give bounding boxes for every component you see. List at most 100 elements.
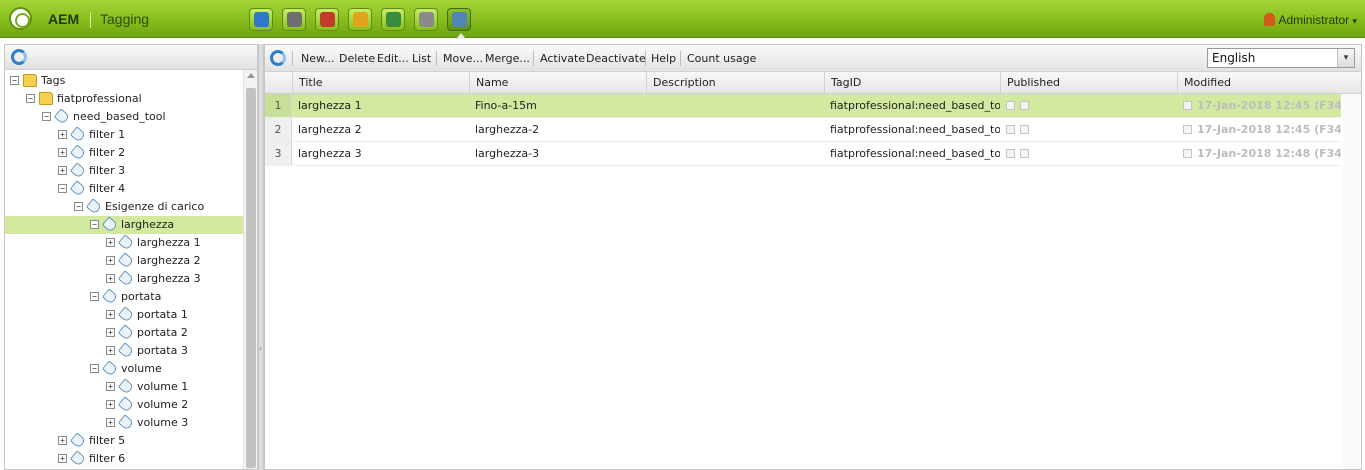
user-icon xyxy=(1264,13,1276,26)
tree-scrollbar[interactable] xyxy=(243,70,257,469)
tree-node[interactable]: − filter 4 xyxy=(5,180,243,198)
move-button[interactable]: Move... xyxy=(443,52,483,65)
tree-node[interactable]: + volume 3 xyxy=(5,414,243,432)
deactivate-button[interactable]: Deactivate xyxy=(586,52,646,65)
collapse-icon[interactable]: − xyxy=(10,76,19,85)
tree-node-label: Esigenze di carico xyxy=(105,200,205,213)
tree-node[interactable]: + volume 1 xyxy=(5,378,243,396)
expand-icon[interactable]: + xyxy=(106,382,115,391)
users-button[interactable] xyxy=(381,8,405,31)
collapse-icon[interactable]: − xyxy=(90,364,99,373)
table-row[interactable]: 2 larghezza 2 larghezza-2 fiatprofessional:… xyxy=(265,118,1341,142)
activate-button[interactable]: Activate xyxy=(540,52,585,65)
tag-icon xyxy=(85,198,103,215)
published-checkbox xyxy=(1020,149,1029,158)
tag-icon xyxy=(69,162,87,179)
expand-icon[interactable]: + xyxy=(106,418,115,427)
tag-icon xyxy=(101,360,119,377)
merge-button[interactable]: Merge... xyxy=(485,52,530,65)
tree-node[interactable]: − Tags xyxy=(5,72,243,90)
expand-icon[interactable]: + xyxy=(106,274,115,283)
expand-icon[interactable]: + xyxy=(106,328,115,337)
collapse-icon[interactable]: − xyxy=(58,184,67,193)
tree-node[interactable]: + volume 2 xyxy=(5,396,243,414)
scroll-up-arrow-icon[interactable] xyxy=(247,73,255,78)
expand-icon[interactable]: + xyxy=(58,454,67,463)
websites-button[interactable] xyxy=(249,8,273,31)
tree-node[interactable]: + filter 5 xyxy=(5,432,243,450)
collapse-icon[interactable]: − xyxy=(74,202,83,211)
expand-icon[interactable]: + xyxy=(58,130,67,139)
new-button[interactable]: New... xyxy=(301,52,334,65)
language-value: English xyxy=(1212,51,1256,65)
digital-assets-button[interactable] xyxy=(282,8,306,31)
tree-node-label: Tags xyxy=(41,74,66,87)
count-usage-button[interactable]: Count usage xyxy=(687,52,756,65)
collapse-icon[interactable]: − xyxy=(26,94,35,103)
aem-logo-icon[interactable] xyxy=(9,7,32,30)
tree-node-label: larghezza xyxy=(121,218,175,231)
chevron-down-icon[interactable]: ▾ xyxy=(1337,49,1354,67)
campaigns-button[interactable] xyxy=(315,8,339,31)
published-checkbox xyxy=(1006,149,1015,158)
tree-node[interactable]: + larghezza 3 xyxy=(5,270,243,288)
column-header-modified[interactable]: Modified xyxy=(1177,72,1361,94)
collapse-icon[interactable]: − xyxy=(42,112,51,121)
language-select[interactable]: English ▾ xyxy=(1207,48,1355,68)
tagging-button[interactable] xyxy=(447,8,471,39)
tree-node-label: volume 1 xyxy=(137,380,189,393)
gear-icon xyxy=(419,12,434,27)
collapse-arrow-icon[interactable]: ‹ xyxy=(259,344,262,353)
tree-node-label: portata 3 xyxy=(137,344,188,357)
tree-node[interactable]: − fiatprofessional xyxy=(5,90,243,108)
tree-node-label: filter 5 xyxy=(89,434,126,447)
delete-button[interactable]: Delete xyxy=(339,52,375,65)
user-menu[interactable]: Administrator ▾ xyxy=(1264,13,1357,27)
grid-scrollbar[interactable] xyxy=(1343,94,1360,469)
tree-node[interactable]: − need_based_tool xyxy=(5,108,243,126)
list-button[interactable]: List xyxy=(412,52,431,65)
column-header-published[interactable]: Published xyxy=(1000,72,1177,94)
tree-node[interactable]: + portata 2 xyxy=(5,324,243,342)
column-header-tagid[interactable]: TagID xyxy=(824,72,1000,94)
column-header-title[interactable]: Title xyxy=(292,72,469,94)
expand-icon[interactable]: + xyxy=(106,400,115,409)
modified-status-icon xyxy=(1183,125,1192,134)
tree-node[interactable]: + filter 6 xyxy=(5,450,243,468)
collapse-icon[interactable]: − xyxy=(90,292,99,301)
expand-icon[interactable]: + xyxy=(58,436,67,445)
table-row[interactable]: 1 larghezza 1 Fino-a-15m fiatprofessional:n… xyxy=(265,94,1341,118)
tree-node[interactable]: + portata 3 xyxy=(5,342,243,360)
tree-node[interactable]: − portata xyxy=(5,288,243,306)
tree-node[interactable]: − volume xyxy=(5,360,243,378)
column-header-name[interactable]: Name xyxy=(469,72,646,94)
expand-icon[interactable]: + xyxy=(106,310,115,319)
table-row[interactable]: 3 larghezza 3 larghezza-3 fiatprofessional:… xyxy=(265,142,1341,166)
expand-icon[interactable]: + xyxy=(58,166,67,175)
collapse-icon[interactable]: − xyxy=(90,220,99,229)
tree-node[interactable]: + portata 1 xyxy=(5,306,243,324)
help-button[interactable]: Help xyxy=(651,52,676,65)
tree-node[interactable]: + filter 3 xyxy=(5,162,243,180)
tree-node[interactable]: + larghezza 2 xyxy=(5,252,243,270)
cell-description xyxy=(646,142,824,165)
refresh-icon[interactable] xyxy=(11,49,27,65)
scroll-thumb[interactable] xyxy=(246,88,256,468)
refresh-icon[interactable] xyxy=(270,50,286,66)
column-header-description[interactable]: Description xyxy=(646,72,824,94)
tree-node[interactable]: − larghezza xyxy=(5,216,243,234)
tree-node[interactable]: + filter 2 xyxy=(5,144,243,162)
expand-icon[interactable]: + xyxy=(58,148,67,157)
tag-icon xyxy=(117,324,135,341)
tree-node[interactable]: + larghezza 1 xyxy=(5,234,243,252)
folder-icon xyxy=(39,92,53,105)
expand-icon[interactable]: + xyxy=(106,256,115,265)
inbox-button[interactable] xyxy=(348,8,372,31)
chevron-down-icon: ▾ xyxy=(1352,16,1357,26)
edit-button[interactable]: Edit... xyxy=(377,52,409,65)
tree-node[interactable]: + filter 1 xyxy=(5,126,243,144)
expand-icon[interactable]: + xyxy=(106,346,115,355)
tools-button[interactable] xyxy=(414,8,438,31)
expand-icon[interactable]: + xyxy=(106,238,115,247)
tree-node[interactable]: − Esigenze di carico xyxy=(5,198,243,216)
